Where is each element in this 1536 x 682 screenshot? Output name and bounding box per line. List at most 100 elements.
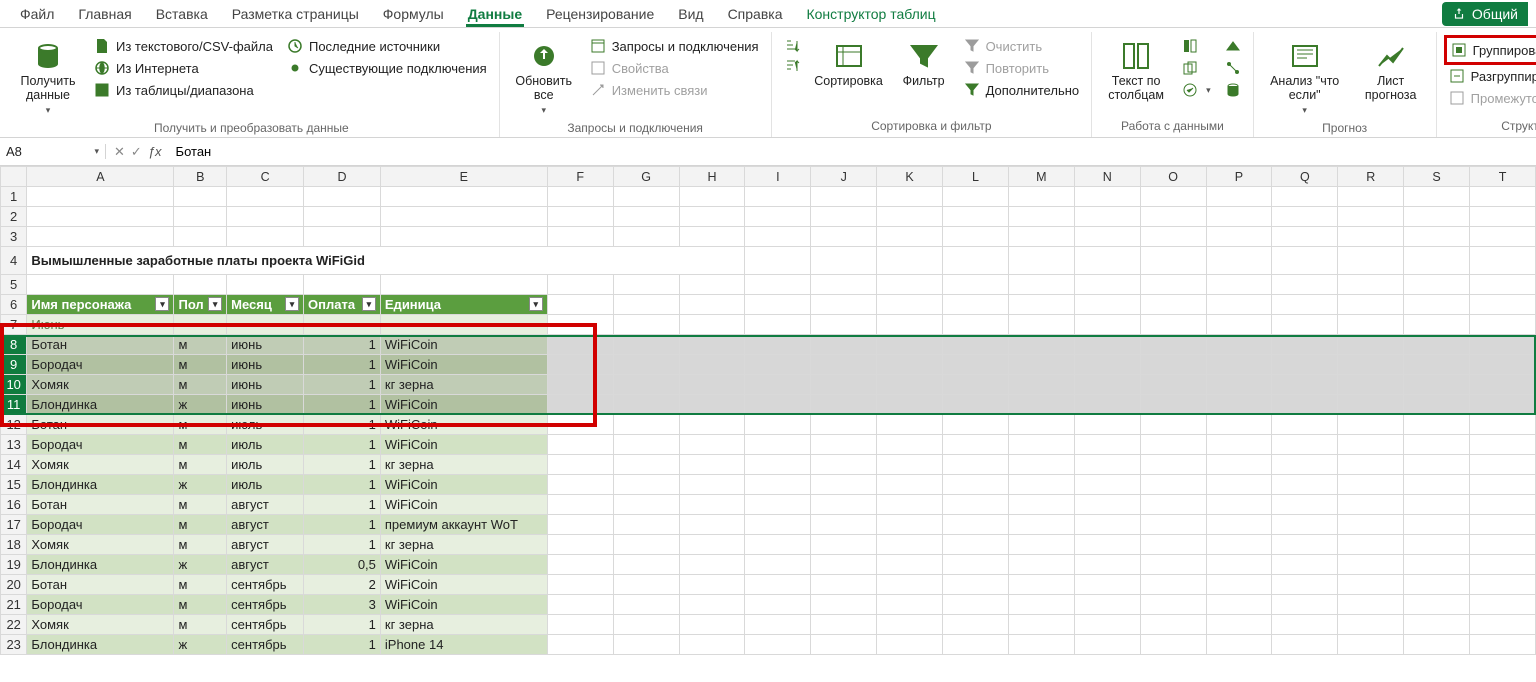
- cell-F21[interactable]: [547, 595, 613, 615]
- cell-I5[interactable]: [745, 275, 811, 295]
- cell-R19[interactable]: [1338, 555, 1404, 575]
- cell-R17[interactable]: [1338, 515, 1404, 535]
- cell-O12[interactable]: [1140, 415, 1206, 435]
- cell-Q11[interactable]: [1272, 395, 1338, 415]
- cell-J17[interactable]: [811, 515, 877, 535]
- sort-button[interactable]: Сортировка: [810, 36, 888, 92]
- cell-P7[interactable]: [1206, 315, 1272, 335]
- cell-K23[interactable]: [877, 635, 943, 655]
- cell-P17[interactable]: [1206, 515, 1272, 535]
- cell-Q10[interactable]: [1272, 375, 1338, 395]
- col-header-M[interactable]: M: [1008, 167, 1074, 187]
- cell-B6[interactable]: Пол▾: [174, 295, 227, 315]
- cell-Q4[interactable]: [1272, 247, 1338, 275]
- from-table-range-button[interactable]: Из таблицы/диапазона: [90, 80, 277, 100]
- cell-P15[interactable]: [1206, 475, 1272, 495]
- cell-D18[interactable]: 1: [304, 535, 381, 555]
- cell-A21[interactable]: Бородач: [27, 595, 174, 615]
- row-3[interactable]: 3: [1, 227, 1536, 247]
- name-box[interactable]: A8▾: [0, 144, 106, 159]
- cell-Q13[interactable]: [1272, 435, 1338, 455]
- col-header-A[interactable]: A: [27, 167, 174, 187]
- cell-K4[interactable]: [877, 247, 943, 275]
- cell-F7[interactable]: [547, 315, 613, 335]
- cell-E11[interactable]: WiFiCoin: [380, 395, 547, 415]
- cell-E16[interactable]: WiFiCoin: [380, 495, 547, 515]
- cell-S6[interactable]: [1404, 295, 1470, 315]
- cell-I16[interactable]: [745, 495, 811, 515]
- cell-T2[interactable]: [1470, 207, 1536, 227]
- cell-K11[interactable]: [877, 395, 943, 415]
- cell-N12[interactable]: [1074, 415, 1140, 435]
- cell-F9[interactable]: [547, 355, 613, 375]
- cell-I17[interactable]: [745, 515, 811, 535]
- row-20[interactable]: 20Ботанмсентябрь2WiFiCoin: [1, 575, 1536, 595]
- cell-E12[interactable]: WiFiCoin: [380, 415, 547, 435]
- row-11[interactable]: 11Блондинкажиюнь1WiFiCoin: [1, 395, 1536, 415]
- cell-Q15[interactable]: [1272, 475, 1338, 495]
- cell-P6[interactable]: [1206, 295, 1272, 315]
- cell-B16[interactable]: м: [174, 495, 227, 515]
- cell-T22[interactable]: [1470, 615, 1536, 635]
- cell-J11[interactable]: [811, 395, 877, 415]
- row-1[interactable]: 1: [1, 187, 1536, 207]
- cell-C12[interactable]: июль: [227, 415, 304, 435]
- cell-S23[interactable]: [1404, 635, 1470, 655]
- cell-J5[interactable]: [811, 275, 877, 295]
- cell-E13[interactable]: WiFiCoin: [380, 435, 547, 455]
- col-header-B[interactable]: B: [174, 167, 227, 187]
- tab-view[interactable]: Вид: [666, 2, 715, 26]
- cell-T13[interactable]: [1470, 435, 1536, 455]
- cell-N19[interactable]: [1074, 555, 1140, 575]
- row-header-13[interactable]: 13: [1, 435, 27, 455]
- cell-L7[interactable]: [943, 315, 1009, 335]
- cell-O8[interactable]: [1140, 335, 1206, 355]
- row-6[interactable]: 6Имя персонажа▾Пол▾Месяц▾Оплата▾Единица▾: [1, 295, 1536, 315]
- cell-S9[interactable]: [1404, 355, 1470, 375]
- cell-R12[interactable]: [1338, 415, 1404, 435]
- cell-N22[interactable]: [1074, 615, 1140, 635]
- tab-insert[interactable]: Вставка: [144, 2, 220, 26]
- cell-T12[interactable]: [1470, 415, 1536, 435]
- cell-S19[interactable]: [1404, 555, 1470, 575]
- cell-O21[interactable]: [1140, 595, 1206, 615]
- cell-L14[interactable]: [943, 455, 1009, 475]
- cell-Q21[interactable]: [1272, 595, 1338, 615]
- cell-D20[interactable]: 2: [304, 575, 381, 595]
- cell-P14[interactable]: [1206, 455, 1272, 475]
- cell-T20[interactable]: [1470, 575, 1536, 595]
- cell-L13[interactable]: [943, 435, 1009, 455]
- cell-D15[interactable]: 1: [304, 475, 381, 495]
- cell-N16[interactable]: [1074, 495, 1140, 515]
- cell-B17[interactable]: м: [174, 515, 227, 535]
- cell-Q1[interactable]: [1272, 187, 1338, 207]
- row-14[interactable]: 14Хомякмиюль1кг зерна: [1, 455, 1536, 475]
- col-header-C[interactable]: C: [227, 167, 304, 187]
- cell-F18[interactable]: [547, 535, 613, 555]
- cell-I6[interactable]: [745, 295, 811, 315]
- col-header-K[interactable]: K: [877, 167, 943, 187]
- cell-I12[interactable]: [745, 415, 811, 435]
- cell-M3[interactable]: [1008, 227, 1074, 247]
- cell-S5[interactable]: [1404, 275, 1470, 295]
- cell-O6[interactable]: [1140, 295, 1206, 315]
- cell-T18[interactable]: [1470, 535, 1536, 555]
- cell-G18[interactable]: [613, 535, 679, 555]
- cell-F8[interactable]: [547, 335, 613, 355]
- cell-K14[interactable]: [877, 455, 943, 475]
- cell-C18[interactable]: август: [227, 535, 304, 555]
- cell-S12[interactable]: [1404, 415, 1470, 435]
- cell-R13[interactable]: [1338, 435, 1404, 455]
- cell-T6[interactable]: [1470, 295, 1536, 315]
- cell-A1[interactable]: [27, 187, 174, 207]
- row-header-10[interactable]: 10: [1, 375, 27, 395]
- cell-B12[interactable]: м: [174, 415, 227, 435]
- cell-O20[interactable]: [1140, 575, 1206, 595]
- clear-filter-button[interactable]: Очистить: [960, 36, 1084, 56]
- cell-T11[interactable]: [1470, 395, 1536, 415]
- cell-G9[interactable]: [613, 355, 679, 375]
- cell-S10[interactable]: [1404, 375, 1470, 395]
- cell-K16[interactable]: [877, 495, 943, 515]
- cell-Q8[interactable]: [1272, 335, 1338, 355]
- cell-P22[interactable]: [1206, 615, 1272, 635]
